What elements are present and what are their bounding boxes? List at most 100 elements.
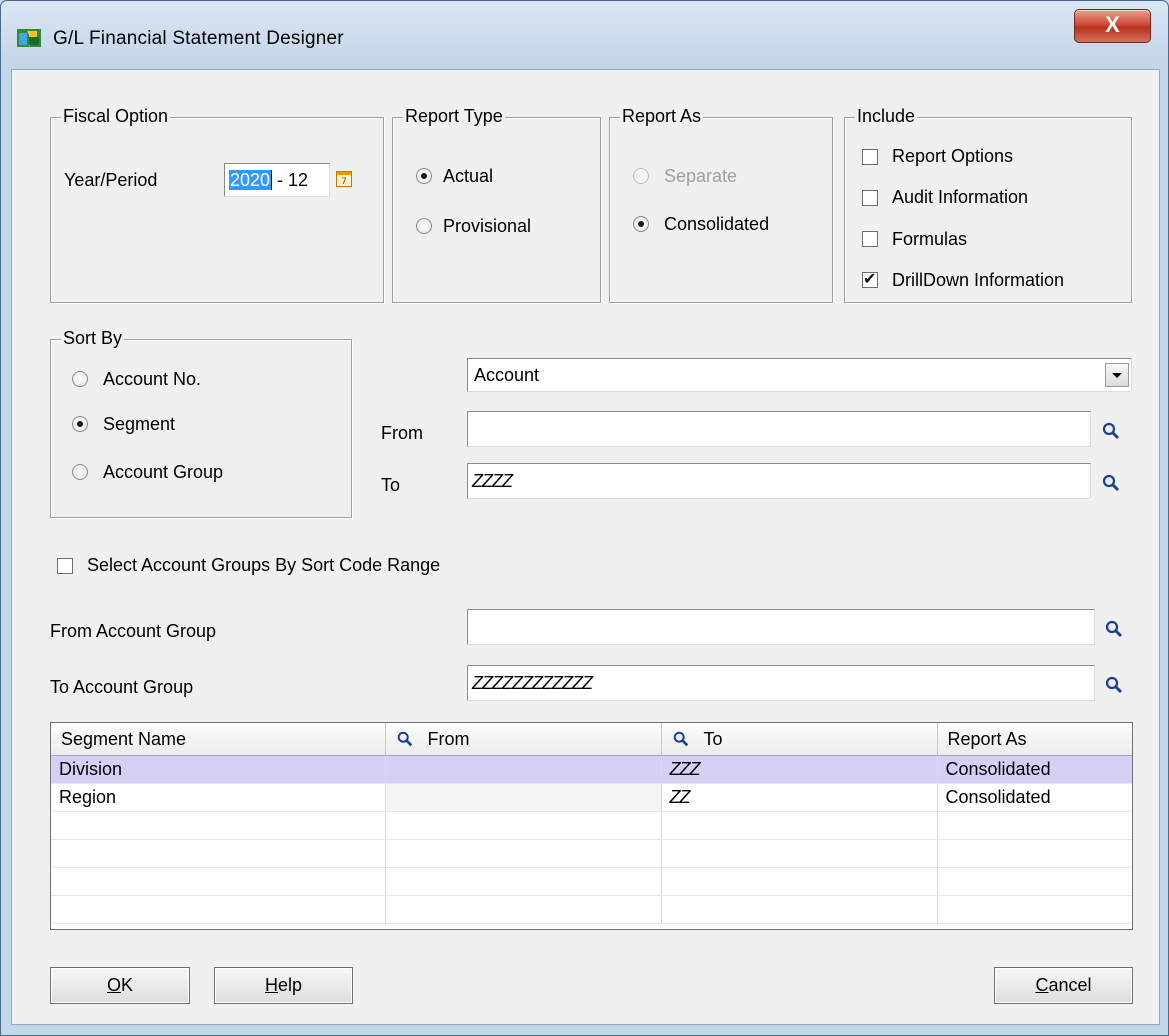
year-input[interactable]: 2020 [229,170,272,190]
window-title: G/L Financial Statement Designer [53,28,344,49]
empty-cell [661,895,938,924]
report-options-checkbox[interactable] [862,149,878,165]
help-button[interactable]: Help [214,967,353,1004]
segment-from-cell[interactable] [385,783,662,812]
to-label: To [381,475,401,495]
empty-cell [51,895,386,924]
account-group-label: Account Group [103,462,224,482]
report-as-label: Report As [620,106,704,127]
table-row[interactable] [51,867,1132,896]
empty-cell [51,811,386,840]
to-input[interactable]: ZZZZ [467,463,1091,499]
to-account-group-input[interactable]: ZZZZZZZZZZZZ [467,665,1095,701]
range-type-dropdown[interactable]: Account [467,358,1132,392]
column-header-report-as[interactable]: Report As [937,723,1132,756]
from-account-group-label: From Account Group [50,621,217,641]
segment-grid[interactable]: Segment Name From To Report As Division [50,722,1133,930]
segment-to-cell[interactable]: ZZZ [661,755,938,784]
segment-from-cell[interactable] [385,755,662,784]
formulas-label: Formulas [892,229,968,249]
sort-code-range-checkbox[interactable] [57,558,73,574]
table-row[interactable] [51,811,1132,840]
empty-cell [51,867,386,896]
table-row[interactable] [51,895,1132,924]
consolidated-label: Consolidated [664,214,770,234]
include-label: Include [855,106,918,127]
formulas-checkbox[interactable] [862,231,878,247]
search-icon[interactable] [1101,421,1121,441]
cancel-button[interactable]: Cancel [994,967,1133,1004]
segment-to-cell[interactable]: ZZ [661,783,938,812]
empty-cell [385,839,662,868]
search-icon[interactable] [1104,619,1124,639]
ok-button[interactable]: OK [50,967,190,1004]
calendar-icon[interactable]: 7 [336,171,352,187]
segment-report-as-cell[interactable]: Consolidated [937,783,1132,812]
provisional-label: Provisional [443,216,532,236]
empty-cell [385,867,662,896]
empty-cell [661,867,938,896]
empty-cell [661,839,938,868]
segment-report-as-cell[interactable]: Consolidated [937,755,1132,784]
column-header-from[interactable]: From [385,723,662,756]
separate-radio [633,168,649,184]
consolidated-radio[interactable] [633,216,649,232]
report-type-group: Report Type [392,106,601,303]
column-header-to[interactable]: To [661,723,938,756]
drilldown-information-checkbox[interactable] [862,269,878,289]
title-bar[interactable]: G/L Financial Statement Designer X [1,1,1168,69]
column-header-segment-name[interactable]: Segment Name [51,723,386,756]
search-icon[interactable] [1104,675,1124,695]
segment-label: Segment [103,414,176,434]
segment-name-cell[interactable]: Division [51,755,386,784]
from-account-group-input[interactable] [467,609,1095,645]
dialog-window: G/L Financial Statement Designer X Fisca… [0,0,1169,1036]
audit-information-label: Audit Information [892,187,1029,207]
segment-name-cell[interactable]: Region [51,783,386,812]
empty-cell [385,811,662,840]
report-options-label: Report Options [892,146,1014,166]
empty-cell [937,811,1132,840]
actual-radio[interactable] [416,168,432,184]
table-row[interactable]: Division ZZZ Consolidated [51,755,1132,784]
to-account-group-label: To Account Group [50,677,194,697]
empty-cell [937,895,1132,924]
actual-label: Actual [443,166,494,186]
search-icon[interactable] [672,730,690,748]
close-button[interactable]: X [1074,9,1151,43]
account-group-radio[interactable] [72,464,88,480]
fiscal-option-label: Fiscal Option [61,106,171,127]
range-type-value: Account [474,365,540,385]
account-no-radio[interactable] [72,371,88,387]
year-period-label: Year/Period [64,170,158,190]
search-icon[interactable] [1101,473,1121,493]
drilldown-information-label: DrillDown Information [892,270,1065,290]
empty-cell [937,839,1132,868]
app-icon [17,29,41,47]
svg-text:7: 7 [341,177,347,187]
dropdown-arrow-button[interactable] [1105,363,1129,387]
table-row[interactable]: Region ZZ Consolidated [51,783,1132,812]
sort-by-group: Sort By [50,328,352,518]
provisional-radio[interactable] [416,218,432,234]
table-row[interactable] [51,839,1132,868]
period-input[interactable]: - 12 [271,170,309,190]
empty-cell [661,811,938,840]
report-type-label: Report Type [403,106,505,127]
segment-radio[interactable] [72,416,88,432]
from-input[interactable] [467,411,1091,447]
empty-cell [385,895,662,924]
sort-by-label: Sort By [61,328,125,349]
empty-cell [51,839,386,868]
year-period-field[interactable]: 2020 - 12 [224,163,330,197]
search-icon[interactable] [396,730,414,748]
account-no-label: Account No. [103,369,202,389]
separate-label: Separate [664,166,738,186]
fiscal-option-group: Fiscal Option [50,106,384,303]
audit-information-checkbox[interactable] [862,190,878,206]
dialog-client-area: Fiscal Option Year/Period 2020 - 12 7 Re… [11,69,1160,1025]
empty-cell [937,867,1132,896]
sort-code-range-label: Select Account Groups By Sort Code Range [87,555,441,575]
report-as-group: Report As [609,106,833,303]
chevron-down-icon [1112,373,1122,378]
